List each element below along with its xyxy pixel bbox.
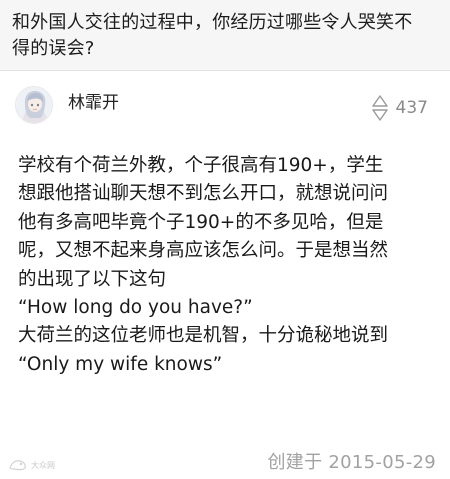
answer-line: “How long do you have?” [18, 296, 253, 318]
watermark-logo-icon [9, 460, 26, 471]
answer-line: 他有多高吧毕竟个子190+的不多见哈，但是 [18, 211, 384, 233]
answer-line: 呢，又想不起来身高应该怎么问。于是想当然 [18, 240, 389, 262]
author-row: 林霏开 437 [0, 71, 450, 141]
author-name[interactable]: 林霏开 [68, 93, 119, 113]
answer-body: 学校有个荷兰外教，个子很高有190+，学生 想跟他搭讪聊天想不到怎么开口，就想说… [18, 152, 443, 379]
vote-count: 437 [395, 98, 428, 118]
answer-line: 大荷兰的这位老师也是机智，十分诡秘地说到 [18, 325, 389, 347]
watermark-text: 大众网 [31, 460, 55, 470]
answer-line: 的出现了以下这句 [18, 268, 167, 290]
created-date: 创建于 2015-05-29 [267, 452, 436, 473]
question-title-line: 得的误会? [12, 38, 95, 59]
avatar-illustration [16, 87, 52, 123]
avatar[interactable] [15, 86, 53, 124]
answer-line: 学校有个荷兰外教，个子很高有190+，学生 [18, 155, 384, 176]
question-header[interactable]: 和外国人交往的过程中，你经历过哪些令人哭笑不 得的误会? [0, 0, 450, 70]
question-title-line: 和外国人交往的过程中，你经历过哪些令人哭笑不 [12, 12, 413, 33]
answer-line: “Only my wife knows” [18, 353, 223, 375]
answer-line: 想跟他搭讪聊天想不到怎么开口，就想说问问 [18, 183, 389, 205]
watermark: 大众网 [8, 458, 55, 472]
up-down-triangle-icon[interactable] [371, 94, 389, 122]
vote-widget[interactable]: 437 [371, 93, 428, 123]
question-title[interactable]: 和外国人交往的过程中，你经历过哪些令人哭笑不 得的误会? [12, 10, 436, 62]
